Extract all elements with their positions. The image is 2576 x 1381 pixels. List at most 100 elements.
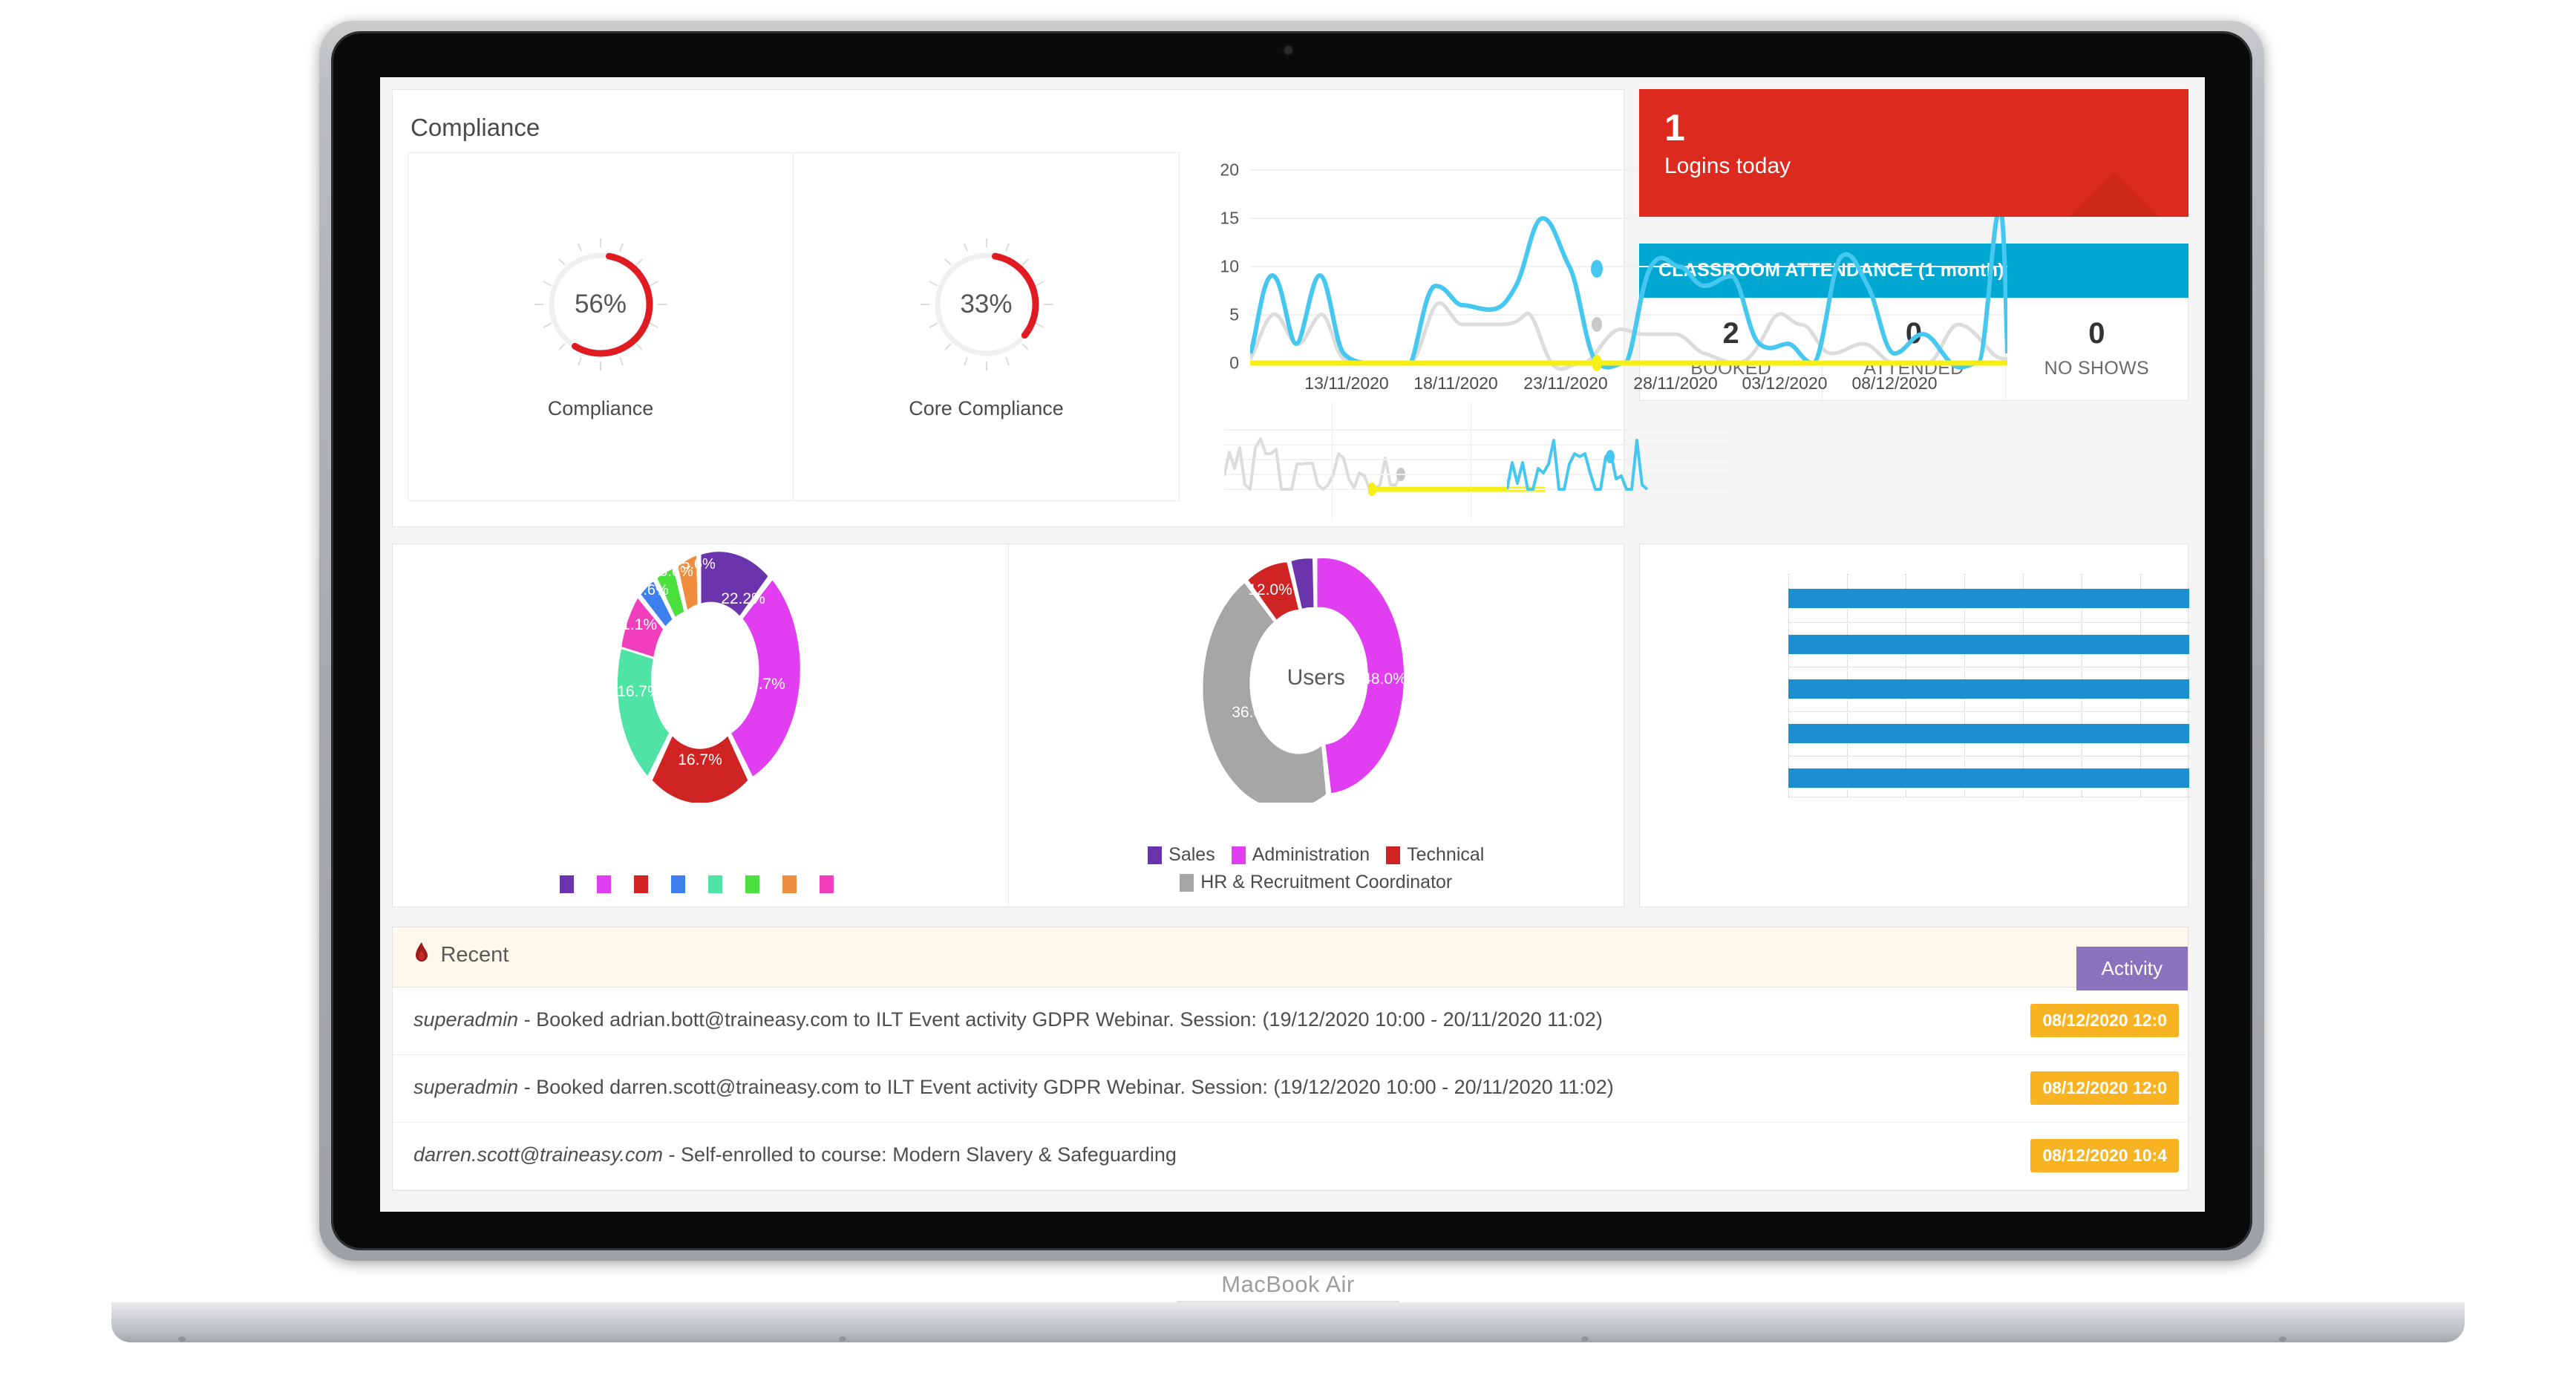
gauge-core-compliance-dial: 33% — [916, 234, 1057, 375]
legend-swatch-icon — [820, 875, 834, 893]
macbook-base — [111, 1302, 2465, 1342]
legend-swatch-icon — [1231, 846, 1246, 864]
legend-label: Sales — [1168, 844, 1215, 865]
y-tick-10: 10 — [1220, 256, 1239, 276]
activity-timeline-chart[interactable]: 20 15 10 5 0 13/11/2020 18/11/2020 23/11… — [1194, 160, 2007, 393]
macbook-foot — [839, 1336, 846, 1342]
gauge-core-compliance-value: 33% — [960, 289, 1013, 319]
legend-item[interactable] — [634, 875, 655, 893]
users-donut-plot: 22.2% 16.7% 16.7% 16.7% 11.1% 5.6% 5.6% … — [614, 550, 802, 803]
macbook-foot — [178, 1336, 186, 1342]
activities-donut-center-label: Users — [1287, 665, 1345, 690]
legend-item[interactable] — [782, 875, 803, 893]
recent-activity-detail: - Self-enrolled to course: Modern Slaver… — [663, 1143, 1177, 1166]
recent-activity-detail: - Booked darren.scott@traineasy.com to I… — [518, 1076, 1614, 1098]
x-tick-5: 08/12/2020 — [1851, 373, 1938, 393]
gridline-horizontal — [1788, 622, 2189, 623]
legend-swatch-icon — [782, 875, 797, 893]
recent-activity-row[interactable]: superadmin - Booked adrian.bott@traineas… — [393, 987, 2188, 1055]
recent-activity-row[interactable]: darren.scott@traineasy.com - Self-enroll… — [393, 1123, 2188, 1190]
sparkline-row — [1194, 402, 1730, 520]
legend-item[interactable]: Administration — [1231, 844, 1370, 866]
recent-activity-actor: superadmin — [413, 1076, 519, 1098]
svg-text:36.0%: 36.0% — [1232, 704, 1276, 721]
y-tick-0: 0 — [1229, 353, 1239, 373]
legend-item[interactable] — [597, 875, 618, 893]
legend-swatch-icon — [597, 875, 612, 893]
x-tick-4: 03/12/2020 — [1742, 373, 1828, 393]
bar-rect[interactable] — [1788, 589, 2189, 608]
svg-text:16.7%: 16.7% — [617, 683, 661, 700]
users-donut-stage: 22.2% 16.7% 16.7% 16.7% 11.1% 5.6% 5.6% … — [393, 544, 1008, 812]
svg-text:11.1%: 11.1% — [614, 616, 657, 633]
x-tick-2: 23/11/2020 — [1523, 373, 1608, 393]
activity-tab-button[interactable]: Activity — [2076, 947, 2188, 990]
dashboard-row-top: Compliance 56% Compliance 33% Core Compl… — [392, 89, 2205, 527]
recent-activity-card: Recent Activity superadmin - Booked adri… — [392, 927, 2188, 1191]
screenshot-stage: Compliance 56% Compliance 33% Core Compl… — [0, 0, 2576, 1381]
bar-rect[interactable] — [1788, 768, 2189, 788]
svg-text:22.2%: 22.2% — [721, 590, 765, 607]
gauge-compliance-value: 56% — [574, 289, 627, 319]
macbook-foot — [2279, 1336, 2286, 1342]
legend-swatch-icon — [1180, 873, 1194, 892]
legend-swatch-icon — [1386, 846, 1401, 864]
stat-no-shows-value: 0 — [2088, 317, 2105, 350]
x-tick-3: 28/11/2020 — [1633, 373, 1718, 393]
compliance-title: Compliance — [411, 114, 540, 141]
stat-no-shows-label: NO SHOWS — [2044, 358, 2149, 379]
sparkline-yellow-chart[interactable] — [1332, 402, 1592, 520]
legend-item[interactable] — [560, 875, 581, 893]
bar-rect[interactable] — [1788, 724, 2189, 743]
recent-activity-text: superadmin - Booked adrian.bott@traineas… — [413, 1008, 2167, 1031]
recent-activity-row[interactable]: superadmin - Booked darren.scott@trainea… — [393, 1055, 2188, 1123]
macbook-model-label: MacBook Air — [1221, 1271, 1355, 1297]
recent-activity-timestamp: 08/12/2020 12:0 — [2030, 1071, 2179, 1105]
svg-text:16.7%: 16.7% — [678, 751, 722, 768]
activities-donut-stage: 48.0% 36.0% 12.0% Users — [1009, 544, 1624, 812]
recent-activity-timestamp: 08/12/2020 12:0 — [2030, 1004, 2179, 1037]
gauge-compliance[interactable]: 56% Compliance — [408, 152, 794, 501]
chevron-up-icon — [2025, 172, 2188, 217]
recent-activity-title: Recent — [440, 943, 509, 967]
legend-swatch-icon — [745, 875, 760, 893]
activities-donut-legend: Sales Administration Technical HR & Recr… — [1009, 844, 1624, 893]
flame-icon — [413, 942, 430, 968]
legend-item[interactable] — [820, 875, 840, 893]
legend-item[interactable] — [708, 875, 729, 893]
users-donut-panel[interactable]: 22.2% 16.7% 16.7% 16.7% 11.1% 5.6% 5.6% … — [393, 544, 1008, 907]
gauge-core-compliance[interactable]: 33% Core Compliance — [794, 152, 1180, 501]
dashboard-screen: Compliance 56% Compliance 33% Core Compl… — [380, 77, 2205, 1212]
sparkline-grey-chart[interactable] — [1194, 402, 1447, 520]
sparkline-blue-plot — [1506, 429, 1730, 491]
gauge-compliance-label: Compliance — [547, 396, 654, 419]
logins-today-card[interactable]: 1 Logins today — [1639, 89, 2188, 217]
legend-label: Administration — [1252, 844, 1370, 865]
recent-activity-text: darren.scott@traineasy.com - Self-enroll… — [413, 1143, 2167, 1166]
legend-item[interactable]: Sales — [1148, 844, 1215, 866]
legend-item[interactable]: Technical — [1386, 844, 1484, 866]
legend-swatch-icon — [708, 875, 723, 893]
logins-count: 1 — [1664, 107, 1685, 148]
course-enrolments-card[interactable] — [1639, 543, 2189, 907]
legend-swatch-icon — [560, 875, 575, 893]
svg-text:16.7%: 16.7% — [741, 676, 785, 693]
y-tick-20: 20 — [1220, 160, 1239, 180]
dashboard-body: Compliance 56% Compliance 33% Core Compl… — [380, 77, 2205, 1191]
webcam-icon — [1284, 46, 1292, 54]
stat-no-shows[interactable]: 0 NO SHOWS — [2004, 298, 2188, 400]
activities-donut-panel[interactable]: 48.0% 36.0% 12.0% Users Sales Administra… — [1007, 544, 1624, 907]
bar-rect[interactable] — [1788, 635, 2189, 654]
svg-text:5.6%: 5.6% — [681, 556, 716, 572]
legend-item[interactable] — [671, 875, 692, 893]
svg-text:5.6%: 5.6% — [635, 582, 669, 598]
legend-item[interactable] — [745, 875, 766, 893]
sparkline-blue-chart[interactable] — [1470, 402, 1730, 520]
recent-activity-actor: darren.scott@traineasy.com — [413, 1143, 664, 1166]
gauge-core-compliance-label: Core Compliance — [909, 396, 1064, 419]
activity-charts-area: 20 15 10 5 0 13/11/2020 18/11/2020 23/11… — [1180, 152, 2007, 520]
recent-activity-timestamp: 08/12/2020 10:4 — [2030, 1139, 2179, 1172]
legend-item[interactable]: HR & Recruitment Coordinator — [1180, 872, 1452, 893]
bar-rect[interactable] — [1788, 679, 2189, 699]
gridline-horizontal — [1788, 711, 2189, 712]
